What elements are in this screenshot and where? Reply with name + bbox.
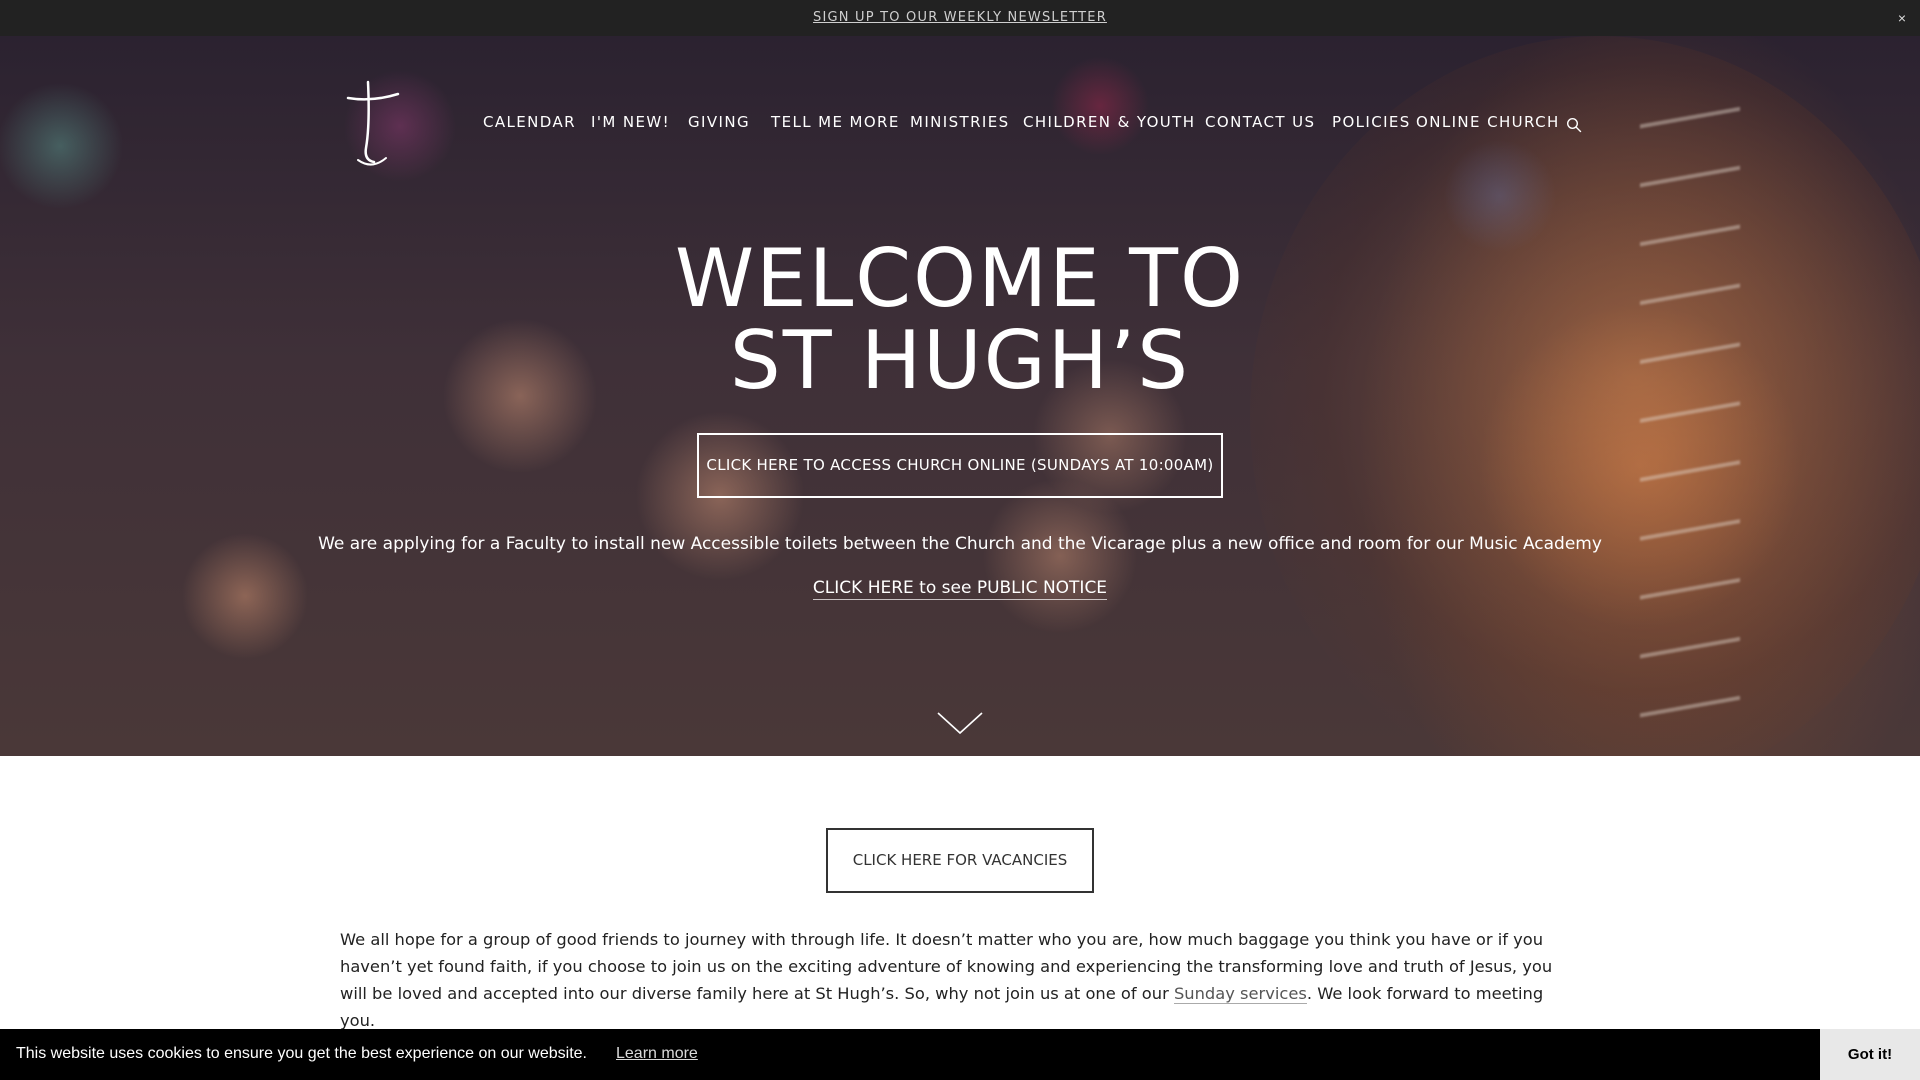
nav-item-children-youth[interactable]: CHILDREN & YOUTH [1023, 113, 1195, 131]
church-online-button[interactable]: CLICK HERE TO ACCESS CHURCH ONLINE (SUND… [697, 433, 1223, 498]
close-icon[interactable]: × [1884, 0, 1920, 36]
accept-cookies-button[interactable]: Got it! [1820, 1029, 1920, 1080]
nav-item-ministries[interactable]: MINISTRIES [910, 113, 1010, 131]
title-line-2: ST HUGH’S [729, 314, 1191, 407]
chevron-down-icon[interactable] [937, 711, 983, 735]
search-icon[interactable] [1566, 117, 1582, 133]
intro-paragraph: We all hope for a group of good friends … [340, 926, 1580, 1034]
faculty-notice-text: We are applying for a Faculty to install… [318, 534, 1602, 554]
vacancies-button[interactable]: CLICK HERE FOR VACANCIES [826, 828, 1094, 893]
title-line-1: WELCOME TO [675, 232, 1245, 325]
filament-decoration [1640, 96, 1740, 736]
learn-more-link[interactable]: Learn more [616, 1045, 698, 1063]
nav-item-tell-me-more[interactable]: TELL ME MORE [771, 113, 900, 131]
newsletter-signup-link[interactable]: SIGN UP TO OUR WEEKLY NEWSLETTER [0, 10, 1920, 25]
public-notice-link[interactable]: CLICK HERE to see PUBLIC NOTICE [812, 578, 1108, 600]
public-notice-line: CLICK HERE to see PUBLIC NOTICE [0, 578, 1920, 600]
cookie-banner: This website uses cookies to ensure you … [0, 1029, 1920, 1080]
cookie-message: This website uses cookies to ensure you … [16, 1045, 587, 1062]
nav-item-policies[interactable]: POLICIES [1332, 113, 1411, 131]
nav-item-contact-us[interactable]: CONTACT US [1205, 113, 1315, 131]
nav-item-online-church[interactable]: ONLINE CHURCH [1416, 113, 1560, 131]
announcement-bar: SIGN UP TO OUR WEEKLY NEWSLETTER × [0, 0, 1920, 36]
page-title: WELCOME TO ST HUGH’S [0, 238, 1920, 402]
nav-item-im-new[interactable]: I'M NEW! [591, 113, 670, 131]
sunday-services-link[interactable]: Sunday services [1173, 984, 1307, 1004]
main-nav: CALENDAR I'M NEW! GIVING TELL ME MORE MI… [0, 113, 1920, 137]
nav-item-calendar[interactable]: CALENDAR [483, 113, 576, 131]
nav-item-giving[interactable]: GIVING [688, 113, 750, 131]
